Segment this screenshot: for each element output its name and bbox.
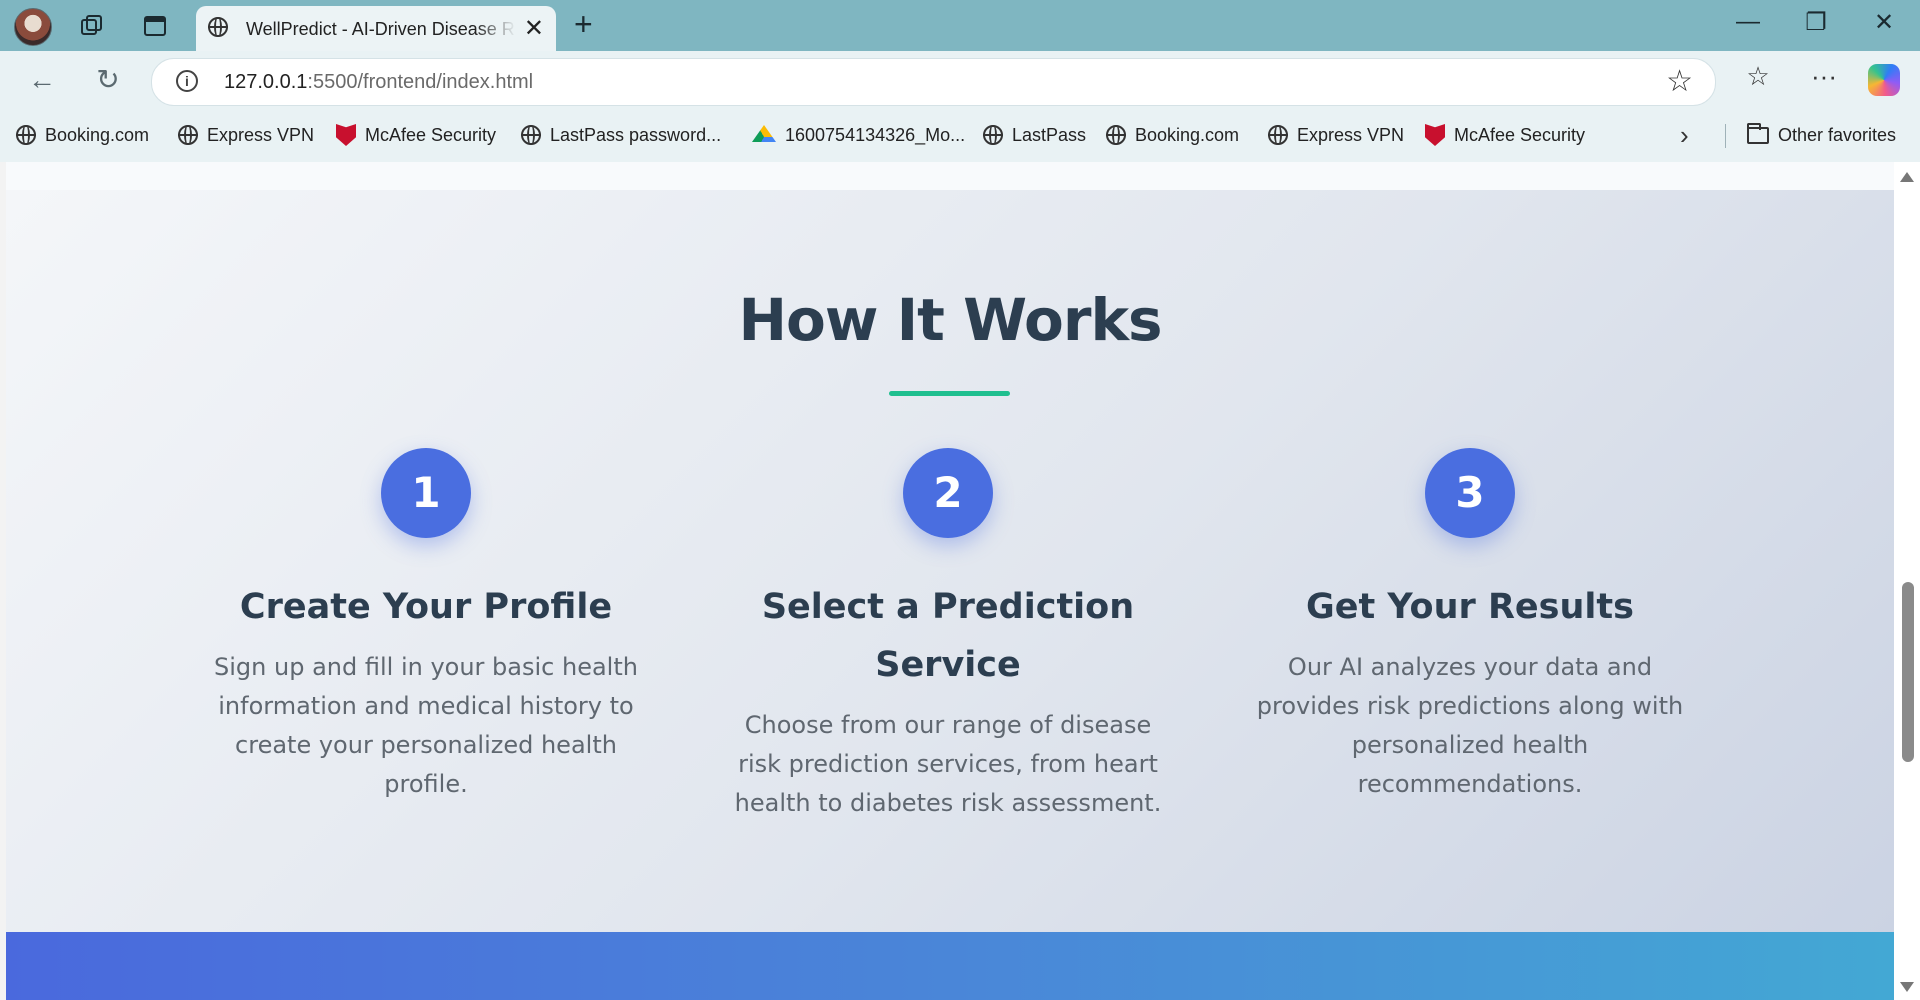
workspaces-icon[interactable] xyxy=(78,12,106,40)
favorites-divider xyxy=(1725,124,1726,148)
minimize-button[interactable]: — xyxy=(1728,8,1768,36)
back-arrow-icon[interactable]: ← xyxy=(24,65,60,95)
url-text[interactable]: 127.0.0.1:5500/frontend/index.html xyxy=(224,71,533,94)
close-window-button[interactable]: ✕ xyxy=(1864,8,1904,37)
favorite-star-icon[interactable]: ☆ xyxy=(1666,64,1693,99)
step-number-badge: 1 xyxy=(381,448,471,538)
favorite-label: Express VPN xyxy=(207,124,315,145)
favorite-item[interactable]: LastPass password... xyxy=(521,122,721,148)
favorite-label: LastPass xyxy=(1012,124,1087,145)
step-description: Choose from our range of disease risk pr… xyxy=(734,711,1162,817)
previous-section-edge xyxy=(6,162,1894,190)
tab-close-icon[interactable]: ✕ xyxy=(524,14,544,43)
globe-icon xyxy=(178,125,198,145)
more-options-icon[interactable]: ··· xyxy=(1804,61,1844,92)
other-favorites-label: Other favorites xyxy=(1778,124,1897,145)
restore-button[interactable]: ❐ xyxy=(1796,8,1836,37)
mcafee-shield-icon xyxy=(336,124,356,146)
step-number-badge: 2 xyxy=(903,448,993,538)
title-underline xyxy=(889,391,1010,396)
next-section-banner xyxy=(6,932,1894,1000)
step-number-badge: 3 xyxy=(1425,448,1515,538)
scrollbar-thumb[interactable] xyxy=(1902,582,1914,762)
profile-avatar[interactable] xyxy=(14,8,52,46)
favorite-label: Booking.com xyxy=(45,124,150,145)
favorite-label: Booking.com xyxy=(1135,124,1240,145)
step-title: Select a Prediction Service xyxy=(761,587,1135,685)
favorite-item[interactable]: Express VPN xyxy=(1268,122,1404,148)
vertical-tabs-icon[interactable] xyxy=(141,12,169,40)
favorite-item[interactable]: McAfee Security xyxy=(336,122,496,148)
globe-icon xyxy=(1106,125,1126,145)
favorite-label: McAfee Security xyxy=(365,124,497,145)
section-title: How It Works xyxy=(738,286,1162,354)
scroll-down-arrow-icon[interactable] xyxy=(1900,982,1914,992)
favorites-bar: Booking.com Express VPN McAfee Security … xyxy=(0,110,1920,162)
address-bar[interactable]: i 127.0.0.1:5500/frontend/index.html ☆ xyxy=(151,58,1716,106)
copilot-icon[interactable] xyxy=(1868,64,1900,96)
other-favorites[interactable]: Other favorites xyxy=(1747,122,1896,148)
favorites-icon[interactable]: ☆ xyxy=(1738,61,1778,92)
step-card-1: 1 Create Your Profile Sign up and fill i… xyxy=(196,448,656,804)
mcafee-shield-icon xyxy=(1425,124,1445,146)
url-host: 127.0.0.1 xyxy=(224,71,308,93)
page-scrollbar[interactable] xyxy=(1894,162,1920,1000)
step-description: Our AI analyzes your data and provides r… xyxy=(1256,653,1684,798)
favorite-item[interactable]: Booking.com xyxy=(16,122,149,148)
favorite-label: 1600754134326_Mo... xyxy=(785,124,966,145)
google-drive-icon xyxy=(752,125,776,142)
favorite-item[interactable]: LastPass xyxy=(983,122,1086,148)
favorite-item[interactable]: McAfee Security xyxy=(1425,122,1585,148)
browser-title-bar: WellPredict - AI-Driven Disease Risk Pre… xyxy=(0,0,1920,51)
step-title: Create Your Profile xyxy=(239,587,613,627)
favorite-item[interactable]: Express VPN xyxy=(178,122,314,148)
globe-icon xyxy=(521,125,541,145)
chevron-right-icon[interactable]: › xyxy=(1680,120,1689,151)
step-description: Sign up and fill in your basic health in… xyxy=(214,653,638,798)
step-card-2: 2 Select a Prediction Service Choose fro… xyxy=(718,448,1178,823)
active-tab[interactable]: WellPredict - AI-Driven Disease Risk Pre… xyxy=(196,6,556,51)
tab-title: WellPredict - AI-Driven Disease Risk Pre… xyxy=(246,19,516,39)
globe-icon xyxy=(1268,125,1288,145)
new-tab-button[interactable]: + xyxy=(574,8,593,40)
favorite-label: LastPass password... xyxy=(550,124,722,145)
globe-icon xyxy=(16,125,36,145)
navigation-bar: ← ↻ i 127.0.0.1:5500/frontend/index.html… xyxy=(0,51,1920,110)
favorite-label: McAfee Security xyxy=(1454,124,1586,145)
tab-globe-icon xyxy=(208,17,228,37)
site-info-icon[interactable]: i xyxy=(176,70,198,92)
url-path: :5500/frontend/index.html xyxy=(307,71,534,93)
globe-icon xyxy=(983,125,1003,145)
scroll-up-arrow-icon[interactable] xyxy=(1900,172,1914,182)
favorite-label: Express VPN xyxy=(1297,124,1405,145)
favorite-item[interactable]: 1600754134326_Mo... xyxy=(752,122,965,148)
page-viewport: How It Works 1 Create Your Profile Sign … xyxy=(6,162,1894,1000)
favorite-item[interactable]: Booking.com xyxy=(1106,122,1239,148)
folder-icon xyxy=(1747,122,1769,144)
how-it-works-section: How It Works 1 Create Your Profile Sign … xyxy=(6,190,1894,932)
step-title: Get Your Results xyxy=(1306,587,1634,627)
step-card-3: 3 Get Your Results Our AI analyzes your … xyxy=(1240,448,1700,804)
refresh-icon[interactable]: ↻ xyxy=(90,65,126,95)
